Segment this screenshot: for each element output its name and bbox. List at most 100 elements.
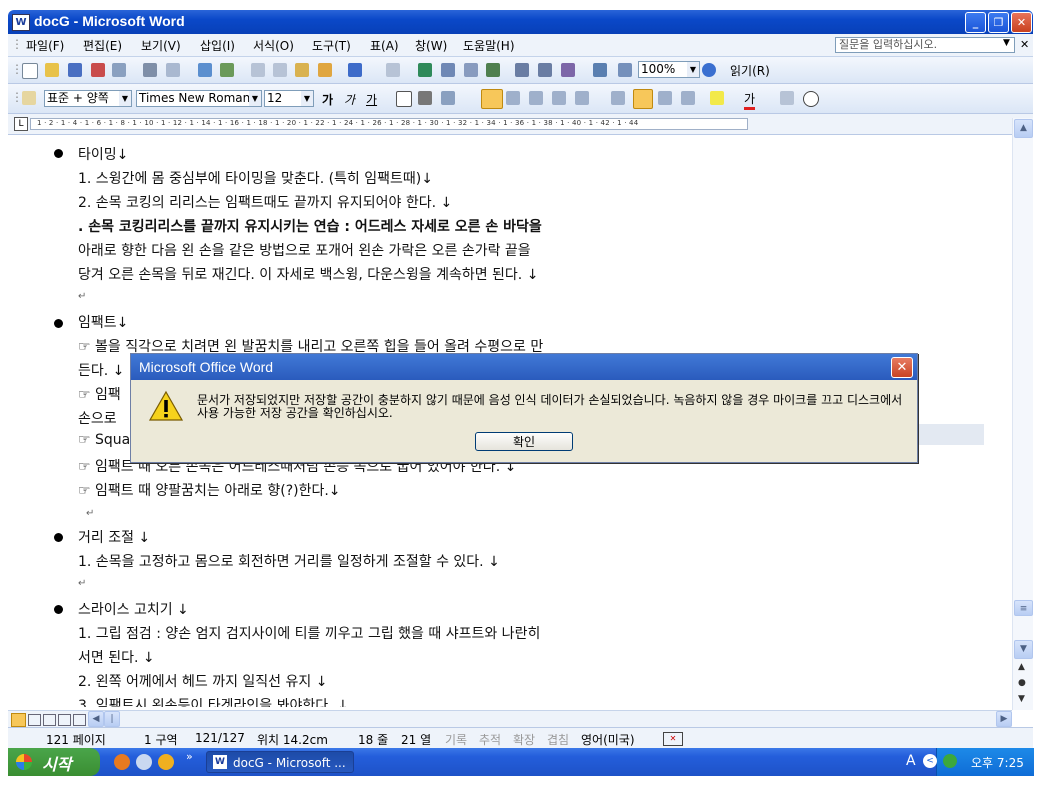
copy-icon[interactable] xyxy=(273,63,287,77)
styles-pane-icon[interactable] xyxy=(22,91,36,105)
web-layout-icon[interactable] xyxy=(28,714,41,726)
underline-button[interactable]: 가 xyxy=(366,91,377,108)
cut-icon[interactable] xyxy=(251,63,265,77)
firefox-icon[interactable] xyxy=(114,754,130,770)
tray-expand-icon[interactable]: < xyxy=(923,754,937,768)
menu-table[interactable]: 표(A) xyxy=(370,37,399,54)
zoom-dropdown-icon[interactable]: ▼ xyxy=(687,62,699,77)
reading-layout-icon[interactable] xyxy=(73,714,86,726)
italic-button[interactable]: 가 xyxy=(344,91,355,108)
outline-view-icon[interactable] xyxy=(58,714,71,726)
menu-edit[interactable]: 편집(E) xyxy=(83,37,122,54)
right-align-icon[interactable] xyxy=(529,91,543,105)
scroll-thumb[interactable]: ≡ xyxy=(1014,600,1033,616)
menu-window[interactable]: 창(W) xyxy=(415,37,447,54)
dialog-title-bar[interactable]: Microsoft Office Word ✕ xyxy=(131,354,917,380)
restore-button[interactable]: ❐ xyxy=(988,12,1009,33)
undo-icon[interactable] xyxy=(348,63,362,77)
vertical-scrollbar[interactable]: ▲ ≡ ▼ ▲ ● ▼ xyxy=(1012,118,1033,710)
browse-object-icon[interactable]: ● xyxy=(1018,678,1026,688)
insert-table-icon[interactable] xyxy=(464,63,478,77)
numbering-icon[interactable] xyxy=(611,91,625,105)
paste-icon[interactable] xyxy=(295,63,309,77)
ruler-scale[interactable]: 1 · 2 · 1 · 4 · 1 · 6 · 1 · 8 · 1 · 10 ·… xyxy=(30,118,748,130)
increase-indent-icon[interactable] xyxy=(681,91,695,105)
status-rec[interactable]: 기록 xyxy=(445,731,467,748)
window-title-bar[interactable]: W docG - Microsoft Word _ ❐ ✕ xyxy=(8,10,1033,34)
save-icon[interactable] xyxy=(68,63,82,77)
ime-indicator[interactable]: A xyxy=(906,753,916,769)
quicklaunch-icon[interactable] xyxy=(136,754,152,770)
columns-icon[interactable] xyxy=(515,63,529,77)
menu-tools[interactable]: 도구(T) xyxy=(312,37,351,54)
next-page-icon[interactable]: ▼ xyxy=(1018,694,1025,704)
line-spacing-icon[interactable] xyxy=(575,91,589,105)
font-color-button[interactable]: 가 xyxy=(744,90,756,110)
decrease-indent-icon[interactable] xyxy=(658,91,672,105)
previous-page-icon[interactable]: ▲ xyxy=(1018,662,1025,672)
close-window-button[interactable]: ✕ xyxy=(1011,12,1032,33)
email-icon[interactable] xyxy=(112,63,126,77)
ask-question-input[interactable]: 질문을 입력하십시오. xyxy=(835,37,1015,53)
document-map-icon[interactable] xyxy=(561,63,575,77)
redo-icon[interactable] xyxy=(386,63,400,77)
menu-view[interactable]: 보기(V) xyxy=(141,37,181,54)
style-dropdown-icon[interactable]: ▼ xyxy=(119,91,131,106)
quicklaunch-expand-icon[interactable]: » xyxy=(186,750,193,763)
open-folder-icon[interactable] xyxy=(45,63,59,77)
print-layout-icon[interactable] xyxy=(43,714,56,726)
status-trk[interactable]: 추적 xyxy=(479,731,501,748)
help-icon[interactable] xyxy=(702,63,716,77)
horizontal-scrollbar[interactable]: ◀ | ▶ xyxy=(8,710,1012,728)
media-icon[interactable] xyxy=(158,754,174,770)
font-dropdown-icon[interactable]: ▼ xyxy=(249,91,261,106)
spelling-status-icon[interactable]: ✕ xyxy=(663,732,683,746)
normal-view-icon[interactable] xyxy=(11,713,26,727)
new-document-icon[interactable] xyxy=(22,63,38,79)
research-icon[interactable] xyxy=(220,63,234,77)
zoom-select[interactable]: 100% ▼ xyxy=(638,61,700,78)
network-icon[interactable] xyxy=(943,754,957,768)
start-button[interactable]: 시작 xyxy=(8,748,100,776)
char-scale-icon[interactable] xyxy=(441,91,455,105)
justify-icon[interactable] xyxy=(481,89,503,109)
scroll-left-icon[interactable]: ◀ xyxy=(88,711,104,727)
tables-borders-icon[interactable] xyxy=(441,63,455,77)
font-size-dropdown-icon[interactable]: ▼ xyxy=(301,91,313,106)
status-ovr[interactable]: 겹침 xyxy=(547,731,569,748)
scroll-right-icon[interactable]: ▶ xyxy=(996,711,1012,727)
menu-insert[interactable]: 삽입(I) xyxy=(200,37,235,54)
permission-icon[interactable] xyxy=(91,63,105,77)
center-align-icon[interactable] xyxy=(506,91,520,105)
close-document-icon[interactable]: ✕ xyxy=(1020,38,1029,51)
hscroll-thumb[interactable]: | xyxy=(104,711,120,727)
hyperlink-icon[interactable] xyxy=(418,63,432,77)
scroll-down-icon[interactable]: ▼ xyxy=(1014,640,1033,659)
bold-button[interactable]: 가 xyxy=(322,91,333,108)
drawing-icon[interactable] xyxy=(538,63,552,77)
print-icon[interactable] xyxy=(143,63,157,77)
dialog-close-button[interactable]: ✕ xyxy=(891,357,913,378)
spelling-icon[interactable] xyxy=(198,63,212,77)
char-shading-icon[interactable] xyxy=(418,91,432,105)
phonetic-guide-icon[interactable] xyxy=(780,91,794,105)
highlight-icon[interactable] xyxy=(710,91,724,105)
ok-button[interactable]: 확인 xyxy=(475,432,573,451)
ask-dropdown-arrow-icon[interactable]: ▼ xyxy=(1003,38,1010,48)
style-select[interactable]: 표준 + 양쪽 ▼ xyxy=(44,90,132,107)
taskbar-word-button[interactable]: W docG - Microsoft ... xyxy=(206,751,354,773)
tab-selector-icon[interactable]: L xyxy=(14,117,28,131)
font-size-select[interactable]: 12 ▼ xyxy=(264,90,314,107)
clock[interactable]: 오후 7:25 xyxy=(971,754,1024,771)
minimize-button[interactable]: _ xyxy=(965,12,986,33)
show-hide-icon[interactable] xyxy=(618,63,632,77)
read-mode-button[interactable]: 읽기(R) xyxy=(730,62,770,79)
bullets-icon[interactable] xyxy=(633,89,653,109)
scroll-up-icon[interactable]: ▲ xyxy=(1014,119,1033,138)
enclose-char-icon[interactable] xyxy=(803,91,819,107)
read-aloud-icon[interactable] xyxy=(593,63,607,77)
menu-file[interactable]: 파일(F) xyxy=(26,37,64,54)
menu-format[interactable]: 서식(O) xyxy=(253,37,294,54)
status-ext[interactable]: 확장 xyxy=(513,731,535,748)
menu-help[interactable]: 도움말(H) xyxy=(463,37,515,54)
